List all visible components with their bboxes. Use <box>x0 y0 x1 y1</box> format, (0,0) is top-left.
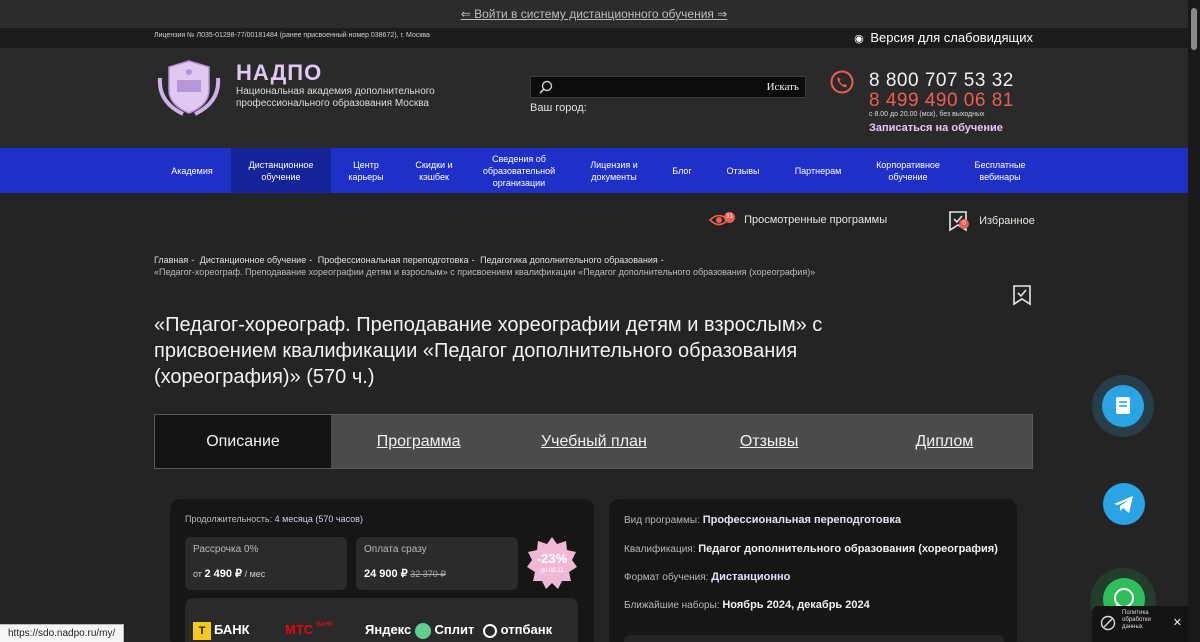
program-info-card: Вид программы: Профессиональная переподг… <box>609 499 1017 642</box>
telegram-icon <box>1114 496 1133 513</box>
breadcrumb-item-pedagogy[interactable]: Педагогика дополнительного образования <box>480 255 658 265</box>
cookie-notice: Политика обработки данных ✕ <box>1092 606 1188 642</box>
eye-icon: ◉ <box>854 33 864 45</box>
viewed-count-badge: 31 <box>724 212 735 223</box>
search-box: Искать <box>530 76 806 98</box>
working-hours: с 8.00 до 20.00 (мск), без выходных <box>869 111 985 118</box>
favorites-count-badge: 0 <box>959 219 969 229</box>
nav-item-distance-learning[interactable]: Дистанционное обучение <box>231 148 331 193</box>
close-icon[interactable]: ✕ <box>1173 616 1182 629</box>
chat-widget-button[interactable] <box>1102 385 1144 427</box>
full-payment-price: 24 900 ₽ 32 370 ₽ <box>364 568 446 580</box>
cookie-policy-link[interactable]: Политика обработки данных <box>1122 610 1172 631</box>
duration-label: Продолжительность: <box>185 514 273 524</box>
bookmark-icon[interactable] <box>1012 284 1032 306</box>
duration: Продолжительность: 4 месяца (570 часов) <box>185 514 363 524</box>
low-vision-label: Версия для слабовидящих <box>870 30 1033 45</box>
page-title: «Педагог-хореограф. Преподавание хореогр… <box>154 314 823 388</box>
format-row: Формат обучения: Дистанционно <box>624 571 791 583</box>
city-selector[interactable]: Ваш город: <box>530 102 587 114</box>
brand-name[interactable]: НАДПО <box>236 60 322 86</box>
search-input[interactable] <box>561 78 761 96</box>
duration-value: 4 месяца (570 часов) <box>274 514 363 524</box>
phone-icon <box>830 70 854 94</box>
bank-logo-tbank: Т БАНК <box>193 622 250 640</box>
nav-item-reviews[interactable]: Отзывы <box>716 148 770 193</box>
tab-curriculum[interactable]: Учебный план <box>506 415 681 468</box>
search-icon <box>539 80 553 94</box>
bank-logos: Т БАНК МТС БАНК Яндекс Сплит отпбанк <box>185 598 578 642</box>
logo-emblem-icon[interactable] <box>156 58 222 120</box>
main-nav: Академия Дистанционное обучение Центр ка… <box>0 148 1188 193</box>
license-row: Лицензия № Л035-01298-77/00181484 (ранее… <box>0 28 1188 48</box>
eye-icon: 31 <box>708 212 735 228</box>
nav-item-blog[interactable]: Блог <box>663 148 701 193</box>
program-tabs: Описание Программа Учебный план Отзывы Д… <box>154 414 1033 469</box>
viewed-programs-label: Просмотренные программы <box>744 213 888 226</box>
status-bar-url: https://sdo.nadpo.ru/my/ <box>0 624 125 642</box>
nav-item-corporate[interactable]: Корпоративное обучение <box>866 148 950 193</box>
scrollbar[interactable] <box>1188 0 1200 642</box>
low-vision-link[interactable]: ◉ Версия для слабовидящих <box>854 28 1033 49</box>
search-button[interactable]: Искать <box>767 77 799 97</box>
phone-number-1[interactable]: 8 800 707 53 32 <box>869 70 1014 92</box>
installment-option[interactable]: Рассрочка 0% от 2 490 ₽ / мес <box>185 537 347 590</box>
discount-badge: -23% до 08.11 <box>527 537 577 590</box>
pricing-card: Продолжительность: 4 месяца (570 часов) … <box>170 499 594 642</box>
tab-program[interactable]: Программа <box>331 415 506 468</box>
otp-ring-icon <box>483 623 497 638</box>
breadcrumb-current: «Педагог-хореограф. Преподавание хореогр… <box>154 267 816 277</box>
nav-item-discounts[interactable]: Скидки и кэшбек <box>406 148 462 193</box>
breadcrumb-item-retraining[interactable]: Профессиональная переподготовка <box>318 255 469 265</box>
cookie-icon <box>1100 615 1116 631</box>
installment-label: Рассрочка 0% <box>193 544 259 555</box>
bank-logo-mts: МТС БАНК <box>285 622 334 637</box>
scrollbar-thumb[interactable] <box>1191 8 1197 50</box>
full-payment-label: Оплата сразу <box>364 544 427 555</box>
breadcrumb: Главная - Дистанционное обучение - Професс… <box>154 255 816 277</box>
tbank-shield-icon: Т <box>193 622 211 640</box>
nav-item-partners[interactable]: Партнерам <box>784 148 852 193</box>
nav-item-org-info[interactable]: Сведения об образовательной организации <box>474 148 564 193</box>
info-next-row <box>624 635 1004 642</box>
telegram-button[interactable] <box>1103 483 1145 525</box>
viewed-programs-link[interactable]: 31 Просмотренные программы <box>708 212 888 228</box>
breadcrumb-item-distance[interactable]: Дистанционное обучение <box>200 255 306 265</box>
nav-item-webinars[interactable]: Бесплатные вебинары <box>960 148 1040 193</box>
tab-reviews[interactable]: Отзывы <box>682 415 857 468</box>
site-header: НАДПО Национальная академия дополнительн… <box>0 48 1188 148</box>
login-link[interactable]: ⇐ Войти в систему дистанционного обучени… <box>461 0 728 28</box>
nav-item-academy[interactable]: Академия <box>158 148 226 193</box>
login-bar: ⇐ Войти в систему дистанционного обучени… <box>0 0 1188 28</box>
tab-diploma[interactable]: Диплом <box>857 415 1032 468</box>
license-text: Лицензия № Л035-01298-77/00181484 (ранее… <box>154 32 430 39</box>
bank-logo-otp: отпбанк <box>483 622 552 638</box>
intake-row: Ближайшие наборы: Ноябрь 2024, декабрь 2… <box>624 599 870 611</box>
enroll-link[interactable]: Записаться на обучение <box>869 122 1003 134</box>
favorites-icon: 0 <box>948 210 970 232</box>
bank-logo-yandex-split: Яндекс Сплит <box>365 622 475 639</box>
nav-item-license[interactable]: Лицензия и документы <box>578 148 650 193</box>
brand-subtitle: Национальная академия дополнительного пр… <box>236 86 435 109</box>
installment-price: от 2 490 ₽ / мес <box>193 568 266 580</box>
old-price: 32 370 ₽ <box>410 569 446 579</box>
document-icon <box>1116 397 1130 414</box>
nav-item-career-center[interactable]: Центр карьеры <box>338 148 394 193</box>
favorites-link[interactable]: 0 Избранное <box>948 210 1035 232</box>
phone-number-2[interactable]: 8 499 490 06 81 <box>869 90 1014 112</box>
breadcrumb-item-home[interactable]: Главная <box>154 255 188 265</box>
program-type-row: Вид программы: Профессиональная переподг… <box>624 514 901 526</box>
favorites-label: Избранное <box>979 214 1035 227</box>
full-payment-option[interactable]: Оплата сразу 24 900 ₽ 32 370 ₽ <box>356 537 518 590</box>
split-icon <box>414 622 431 639</box>
qualification-row: Квалификация: Педагог дополнительного об… <box>624 543 998 555</box>
tab-description[interactable]: Описание <box>155 415 331 468</box>
